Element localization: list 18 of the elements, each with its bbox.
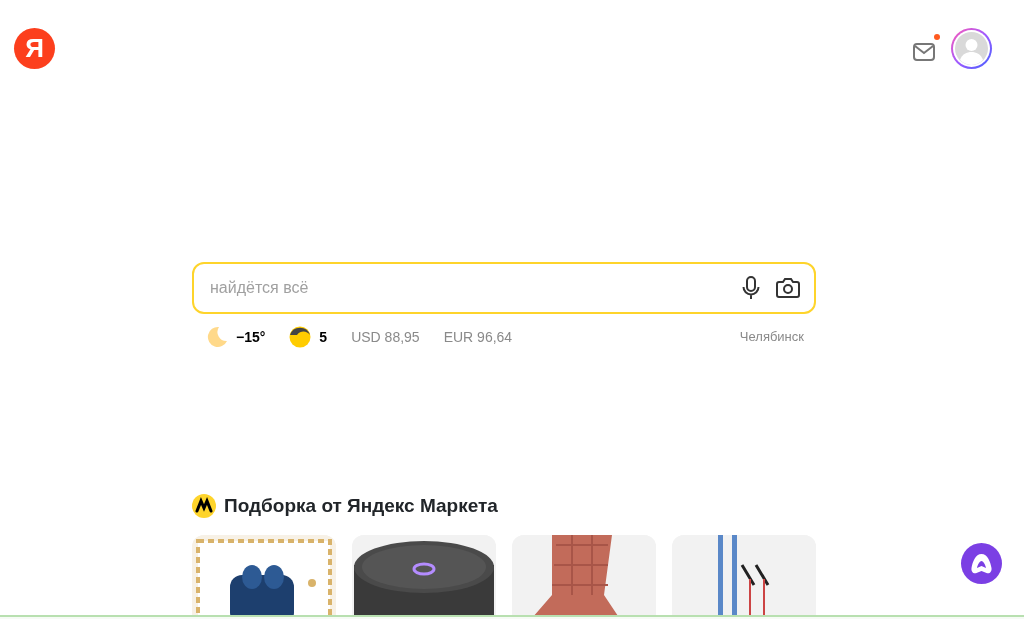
microphone-icon[interactable] — [742, 276, 760, 300]
avatar[interactable] — [951, 28, 992, 69]
exchange-rate[interactable]: USD 88,95 — [351, 326, 420, 348]
market-logo-icon — [192, 494, 216, 519]
section-title[interactable]: Подборка от Яндекс Маркета — [224, 492, 498, 521]
traffic-icon — [289, 326, 312, 348]
city-link[interactable]: Челябинск — [739, 327, 804, 347]
mail-icon[interactable] — [913, 43, 935, 62]
assistant-button[interactable] — [961, 543, 1002, 584]
camera-icon[interactable] — [776, 277, 800, 299]
search-field[interactable]: найдётся всё — [208, 275, 726, 301]
exchange-rate[interactable]: EUR 96,64 — [443, 326, 513, 348]
traffic-score[interactable]: 5 — [319, 326, 328, 348]
yandex-logo[interactable]: Я — [14, 28, 55, 69]
moon-icon — [206, 326, 228, 348]
assistant-icon — [971, 554, 992, 575]
temperature-text[interactable]: −15° — [236, 326, 266, 348]
search-bar[interactable]: найдётся всё — [192, 262, 816, 314]
